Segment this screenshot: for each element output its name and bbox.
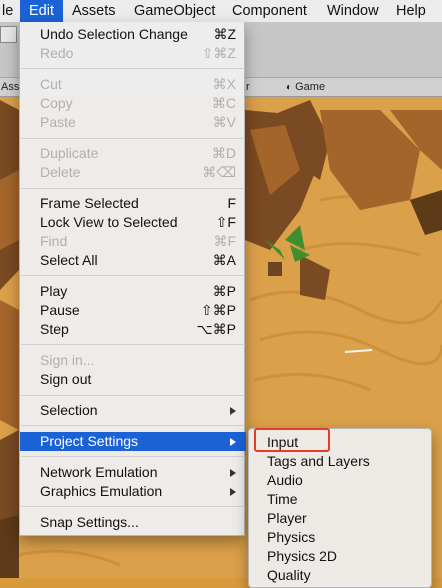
menu-item-delete[interactable]: Delete ⌘⌫ [20,163,246,182]
submenu-arrow-icon [230,469,236,477]
game-tab[interactable]: ◐ Game [286,78,325,97]
menu-item-label: Sign in... [40,352,95,368]
submenu-item-tags-and-layers[interactable]: Tags and Layers [267,452,370,471]
menu-item-shortcut: ⇧⌘Z [201,45,236,61]
submenu-arrow-icon [230,488,236,496]
project-tab-partial[interactable]: Ass [1,78,19,96]
menu-item-shortcut: ⌘Z [213,26,236,42]
submenu-item-player[interactable]: Player [267,509,307,528]
menu-item-sign-out[interactable]: Sign out [20,370,246,389]
menu-item-lock-view[interactable]: Lock View to Selected ⇧F [20,213,246,232]
menu-item-label: Undo Selection Change [40,26,188,42]
menu-item-snap-settings[interactable]: Snap Settings... [20,513,246,532]
menu-separator [21,456,245,457]
menu-item-label: Project Settings [40,433,139,449]
menu-item-shortcut: ⌘P [212,283,236,299]
menu-item-selection[interactable]: Selection [20,401,246,420]
menu-separator [21,395,245,396]
game-tab-label: Game [295,81,326,93]
menu-item-label: Play [40,283,68,299]
menu-item-duplicate[interactable]: Duplicate ⌘D [20,144,246,163]
menu-window[interactable]: Window [327,0,379,22]
menu-item-graphics-emulation[interactable]: Graphics Emulation [20,482,246,501]
menu-bar: le Edit Assets GameObject Component Wind… [0,0,442,23]
menu-item-label: Pause [40,302,80,318]
menu-item-label: Step [40,321,69,337]
menu-item-shortcut: ⌥⌘P [196,321,236,337]
menu-item-sign-in[interactable]: Sign in... [20,351,246,370]
menu-item-project-settings[interactable]: Project Settings [20,432,246,451]
menu-item-label: Select All [40,252,98,268]
menu-item-shortcut: ⌘X [212,76,236,92]
menu-item-label: Network Emulation [40,464,158,480]
menu-item-shortcut: ⌘A [212,252,236,268]
menu-separator [21,138,245,139]
menu-item-label: Paste [40,114,76,130]
menu-separator [21,344,245,345]
menu-separator [21,506,245,507]
menu-separator [21,68,245,69]
scene-tab-partial[interactable]: r [246,78,250,96]
menu-item-label: Copy [40,95,73,111]
edit-menu: Undo Selection Change ⌘Z Redo ⇧⌘Z Cut ⌘X… [19,22,246,536]
menu-item-label: Duplicate [40,145,99,161]
menu-item-find[interactable]: Find ⌘F [20,232,246,251]
menu-item-frame-selected[interactable]: Frame Selected F [20,194,246,213]
menu-item-copy[interactable]: Copy ⌘C [20,94,246,113]
menu-item-label: Frame Selected [40,195,139,211]
menu-component[interactable]: Component [232,0,307,22]
menu-item-label: Lock View to Selected [40,214,178,230]
menu-item-shortcut: ⌘D [211,145,236,161]
menu-gameobject[interactable]: GameObject [134,0,215,22]
menu-item-label: Find [40,233,68,249]
menu-help[interactable]: Help [396,0,426,22]
menu-item-cut[interactable]: Cut ⌘X [20,75,246,94]
menu-item-shortcut: ⌘F [213,233,236,249]
menu-separator [21,188,245,189]
menu-item-shortcut: ⇧⌘P [200,302,236,318]
menu-item-shortcut: F [227,195,236,211]
menu-file[interactable]: le [2,0,13,22]
menu-item-label: Sign out [40,371,92,387]
menu-item-label: Graphics Emulation [40,483,163,499]
menu-item-select-all[interactable]: Select All ⌘A [20,251,246,270]
submenu-item-audio[interactable]: Audio [267,471,303,490]
menu-item-network-emulation[interactable]: Network Emulation [20,463,246,482]
submenu-item-physics[interactable]: Physics [267,528,315,547]
menu-assets[interactable]: Assets [72,0,116,22]
submenu-arrow-icon [230,407,236,415]
menu-item-shortcut: ⌘C [211,95,236,111]
menu-item-label: Snap Settings... [40,514,139,530]
menu-item-shortcut: ⌘V [212,114,236,130]
submenu-item-quality[interactable]: Quality [267,566,311,585]
menu-item-shortcut: ⌘⌫ [202,164,236,180]
menu-item-play[interactable]: Play ⌘P [20,282,246,301]
project-settings-submenu: Input Tags and Layers Audio Time Player … [248,428,432,588]
menu-item-label: Redo [40,45,74,61]
menu-item-redo[interactable]: Redo ⇧⌘Z [20,44,246,63]
menu-item-label: Selection [40,402,98,418]
menu-item-paste[interactable]: Paste ⌘V [20,113,246,132]
move-tool-button[interactable] [0,26,17,43]
menu-item-label: Cut [40,76,62,92]
menu-item-label: Delete [40,164,81,180]
menu-item-undo[interactable]: Undo Selection Change ⌘Z [20,25,246,44]
menu-separator [21,275,245,276]
game-icon: ◐ [286,82,293,93]
annotation-highlight-box [254,428,330,452]
submenu-item-time[interactable]: Time [267,490,298,509]
menu-item-step[interactable]: Step ⌥⌘P [20,320,246,339]
menu-separator [21,425,245,426]
submenu-item-physics-2d[interactable]: Physics 2D [267,547,337,566]
menu-edit[interactable]: Edit [20,0,63,22]
menu-item-shortcut: ⇧F [215,214,236,230]
submenu-arrow-icon [230,438,236,446]
menu-item-pause[interactable]: Pause ⇧⌘P [20,301,246,320]
